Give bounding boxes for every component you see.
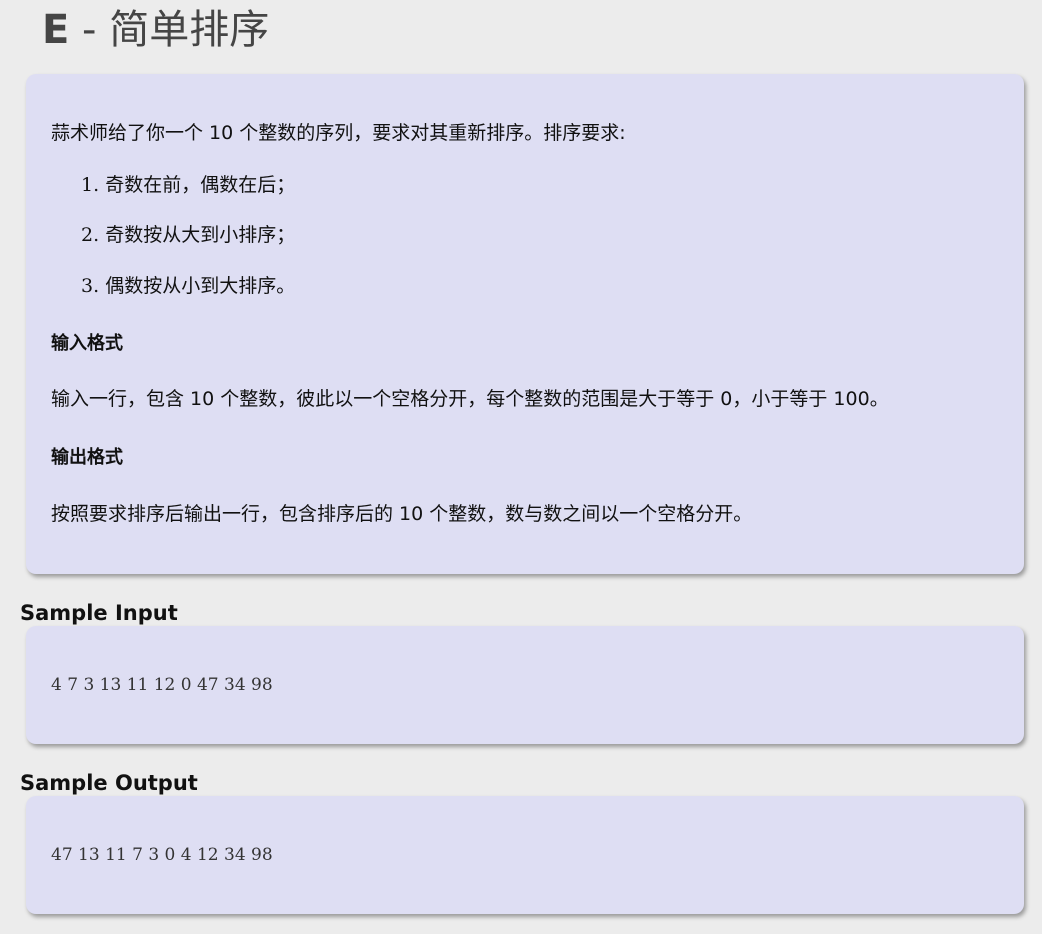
- output-format-heading: 输出格式: [51, 447, 123, 468]
- problem-name: 简单排序: [109, 7, 270, 53]
- intro-text: 蒜术师给了你一个 10 个整数的序列，要求对其重新排序。排序要求:: [51, 122, 626, 144]
- requirement-number: 1.: [81, 174, 100, 196]
- description-card: 蒜术师给了你一个 10 个整数的序列，要求对其重新排序。排序要求: 1. 奇数在…: [26, 74, 1024, 574]
- sample-input-code[interactable]: 4 7 3 13 11 12 0 47 34 98: [51, 673, 273, 697]
- sample-output-card: 47 13 11 7 3 0 4 12 34 98: [26, 796, 1024, 914]
- problem-id: E: [42, 7, 70, 53]
- input-format-heading: 输入格式: [51, 333, 123, 354]
- requirement-text: 奇数在前，偶数在后；: [105, 174, 296, 196]
- sample-input-label: Sample Input: [20, 601, 178, 625]
- requirement-item: 3. 偶数按从小到大排序。: [81, 274, 295, 298]
- sample-input-card: 4 7 3 13 11 12 0 47 34 98: [26, 626, 1024, 744]
- requirement-item: 2. 奇数按从大到小排序；: [81, 223, 295, 247]
- requirement-text: 偶数按从小到大排序。: [105, 275, 296, 297]
- requirement-text: 奇数按从大到小排序；: [105, 224, 296, 246]
- output-format-text: 按照要求排序后输出一行，包含排序后的 10 个整数，数与数之间以一个空格分开。: [51, 503, 753, 525]
- requirement-number: 2.: [81, 224, 100, 246]
- requirement-number: 3.: [81, 275, 100, 297]
- input-format-text: 输入一行，包含 10 个整数，彼此以一个空格分开，每个整数的范围是大于等于 0，…: [51, 388, 889, 410]
- sample-output-code[interactable]: 47 13 11 7 3 0 4 12 34 98: [51, 843, 273, 867]
- title-separator: -: [69, 7, 110, 53]
- requirement-item: 1. 奇数在前，偶数在后；: [81, 173, 295, 197]
- sample-output-label: Sample Output: [20, 771, 198, 795]
- page-title: E - 简单排序: [42, 4, 269, 56]
